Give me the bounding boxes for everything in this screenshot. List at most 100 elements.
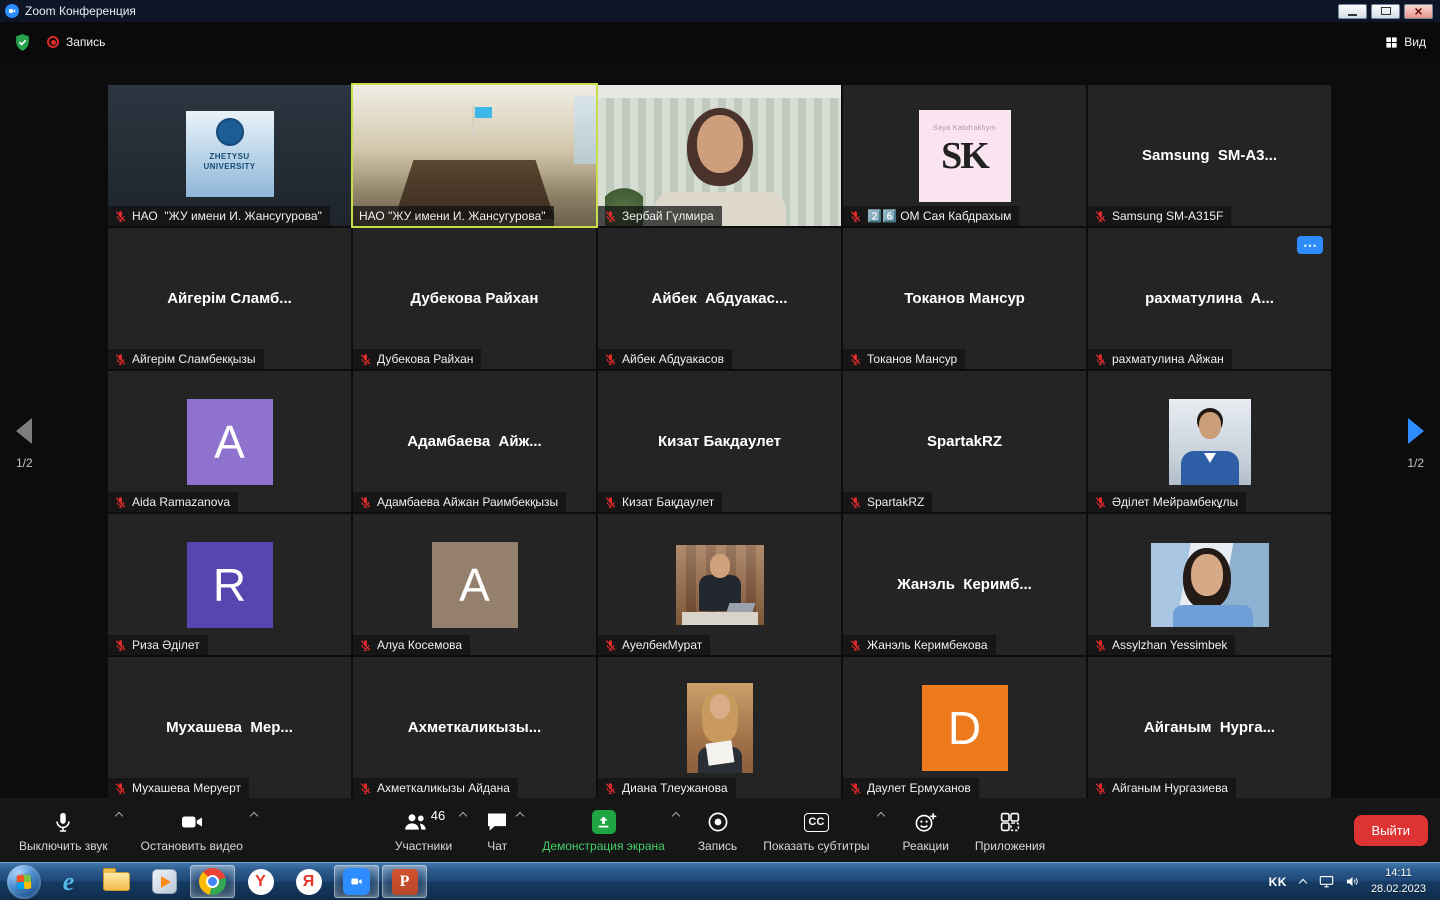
chevron-up-icon[interactable] <box>515 810 525 820</box>
toolbar-button-label: Выключить звук <box>19 839 108 853</box>
display-icon[interactable] <box>1319 875 1334 888</box>
taskbar-apps: e YЯ P <box>46 865 427 898</box>
security-shield-icon[interactable] <box>14 33 31 52</box>
toolbar-button-label: Запись <box>698 839 737 853</box>
taskbar-item-yandex[interactable]: Я <box>286 865 331 898</box>
participant-tile[interactable]: Зербай Гүлмира <box>598 85 841 226</box>
participant-tile[interactable]: НАО "ЖУ имени И. Жансугурова" <box>108 85 351 226</box>
participant-tile[interactable]: НАО "ЖУ имени И. Жансугурова" <box>353 85 596 226</box>
share-screen-button[interactable]: Демонстрация экрана <box>529 798 685 862</box>
toolbar-left-group: Выключить звук Остановить видео <box>6 798 263 862</box>
chevron-up-icon[interactable] <box>249 810 259 820</box>
participant-name-label: Мухашева Меруерт <box>108 778 249 798</box>
participant-tile[interactable]: Жанэль Керимб...Жанэль Керимбекова <box>843 514 1086 655</box>
taskbar-item-zoom[interactable] <box>334 865 379 898</box>
chevron-up-icon[interactable] <box>876 810 886 820</box>
taskbar-item-chrome[interactable] <box>190 865 235 898</box>
record-button[interactable]: Запись <box>685 798 750 862</box>
leave-button[interactable]: Выйти <box>1354 815 1429 846</box>
participant-center-name: Жанэль Керимб... <box>889 576 1040 593</box>
recording-dot-icon <box>47 36 59 48</box>
previous-page-button[interactable]: 1/2 <box>16 418 33 470</box>
participant-tile[interactable]: RРиза Әділет <box>108 514 351 655</box>
more-options-button[interactable] <box>1297 236 1323 254</box>
minimize-button[interactable] <box>1338 4 1367 19</box>
mic-icon <box>52 809 74 835</box>
view-button[interactable]: Вид <box>1385 35 1426 49</box>
tray-time: 14:11 <box>1371 866 1426 881</box>
participant-photo <box>1151 543 1269 627</box>
taskbar-clock[interactable]: 14:11 28.02.2023 <box>1371 866 1426 897</box>
camera-icon <box>180 809 204 835</box>
meeting-statusbar: Запись Вид <box>0 22 1440 62</box>
reactions-button[interactable]: Реакции <box>890 798 962 862</box>
participant-tile[interactable]: Дубекова РайханДубекова Райхан <box>353 228 596 369</box>
video-feed <box>108 85 351 226</box>
zoom-app-icon <box>343 868 370 895</box>
grid-view-icon <box>1385 36 1398 49</box>
muted-mic-icon <box>604 353 617 366</box>
participant-tile[interactable]: Токанов МансурТоканов Мансур <box>843 228 1086 369</box>
chevron-up-icon[interactable] <box>671 810 681 820</box>
participant-name: НАО "ЖУ имени И. Жансугурова" <box>359 209 546 223</box>
participant-tile[interactable]: рахматулина А...рахматулина Айжан <box>1088 228 1331 369</box>
participant-tile[interactable]: 2️⃣6️⃣ ОМ Сая Кабдрахым <box>843 85 1086 226</box>
video-feed <box>598 85 841 226</box>
taskbar-item-yandex-browser[interactable]: Y <box>238 865 283 898</box>
chat-button[interactable]: Чат <box>472 798 529 862</box>
tray-expand-icon[interactable] <box>1298 877 1308 887</box>
volume-icon[interactable] <box>1345 875 1360 888</box>
muted-mic-icon <box>359 639 372 652</box>
participants-count: 46 <box>431 808 445 823</box>
participant-name: Айбек Абдуакасов <box>622 352 724 366</box>
close-button[interactable] <box>1404 4 1433 19</box>
reactions-icon <box>913 809 939 835</box>
participant-name-label: Айбек Абдуакасов <box>598 349 732 369</box>
language-indicator[interactable]: KK <box>1269 875 1287 889</box>
mute-button[interactable]: Выключить звук <box>6 798 128 862</box>
participant-tile[interactable]: Assylzhan Yessimbek <box>1088 514 1331 655</box>
chevron-up-icon[interactable] <box>114 810 124 820</box>
maximize-button[interactable] <box>1371 4 1400 19</box>
apps-button[interactable]: Приложения <box>962 798 1058 862</box>
chevron-up-icon[interactable] <box>458 810 468 820</box>
participant-tile[interactable]: Айганым Нурга...Айганым Нургазиева <box>1088 657 1331 798</box>
view-label: Вид <box>1404 35 1426 49</box>
participant-name-label: Айгерім Сламбекқызы <box>108 349 264 369</box>
stop-video-button[interactable]: Остановить видео <box>128 798 263 862</box>
participant-name-label: Даулет Ермуханов <box>843 778 979 798</box>
taskbar-item-ie[interactable]: e <box>46 865 91 898</box>
participant-tile[interactable]: Айбек Абдуакас...Айбек Абдуакасов <box>598 228 841 369</box>
participant-tile[interactable]: AАлуа Косемова <box>353 514 596 655</box>
participant-tile[interactable]: Мухашева Мер...Мухашева Меруерт <box>108 657 351 798</box>
participant-tile[interactable]: Samsung SM-A3...Samsung SM-A315F <box>1088 85 1331 226</box>
taskbar-item-media-player[interactable] <box>142 865 187 898</box>
participant-name-label: Aida Ramazanova <box>108 492 238 512</box>
participant-tile[interactable]: Әділет Мейрамбекұлы <box>1088 371 1331 512</box>
participant-name: Aida Ramazanova <box>132 495 230 509</box>
muted-mic-icon <box>114 496 127 509</box>
muted-mic-icon <box>114 782 127 795</box>
taskbar-item-explorer[interactable] <box>94 865 139 898</box>
participant-tile[interactable]: SpartakRZSpartakRZ <box>843 371 1086 512</box>
participant-tile[interactable]: Адамбаева Айж...Адамбаева Айжан Раимбекқ… <box>353 371 596 512</box>
participants-button[interactable]: 46Участники <box>382 798 472 862</box>
participant-tile[interactable]: AAida Ramazanova <box>108 371 351 512</box>
muted-mic-icon <box>359 496 372 509</box>
captions-button[interactable]: CCПоказать субтитры <box>750 798 889 862</box>
participant-tile[interactable]: Кизат БакдаулетКизат Бақдаулет <box>598 371 841 512</box>
participant-name: Зербай Гүлмира <box>622 209 714 223</box>
next-page-button[interactable]: 1/2 <box>1407 418 1424 470</box>
taskbar-item-powerpoint[interactable]: P <box>382 865 427 898</box>
participant-tile[interactable]: АуелбекМурат <box>598 514 841 655</box>
participant-tile[interactable]: Айгерім Сламб...Айгерім Сламбекқызы <box>108 228 351 369</box>
previous-page-arrow-icon <box>16 418 32 444</box>
start-button[interactable] <box>7 865 41 899</box>
participant-center-name: Ахметкаликызы... <box>400 719 549 736</box>
participant-name: SpartakRZ <box>867 495 924 509</box>
participant-name-label: Әділет Мейрамбекұлы <box>1088 492 1246 512</box>
participant-tile[interactable]: Диана Тлеужанова <box>598 657 841 798</box>
participant-name-label: Алуа Косемова <box>353 635 470 655</box>
participant-tile[interactable]: Ахметкаликызы...Ахметкаликызы Айдана <box>353 657 596 798</box>
participant-tile[interactable]: DДаулет Ермуханов <box>843 657 1086 798</box>
